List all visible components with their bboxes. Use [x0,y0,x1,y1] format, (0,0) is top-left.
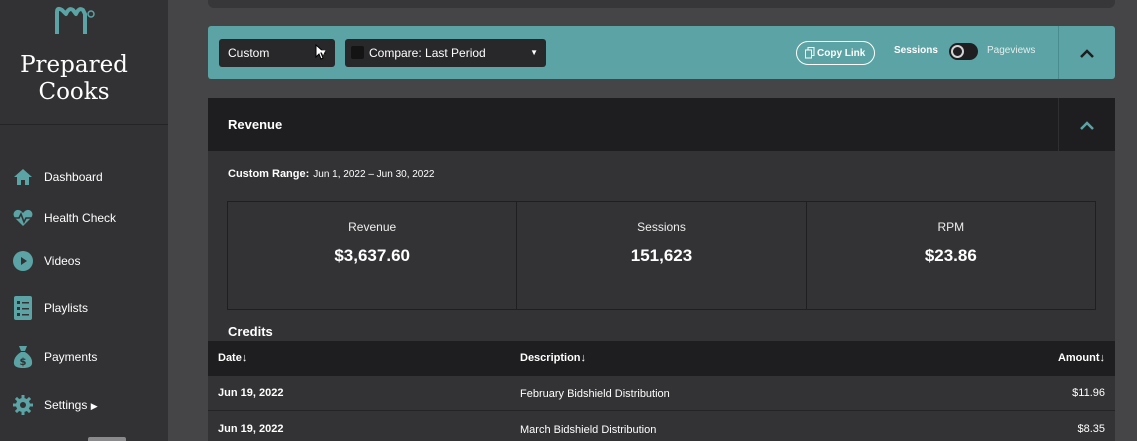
caret-right-icon: ▶ [90,401,98,411]
chevron-up-icon [1080,120,1094,130]
toggle-label-pageviews: Pageviews [987,45,1036,56]
sidebar-item-label: Playlists [44,301,89,315]
sidebar-item-label: Dashboard [44,170,103,184]
chevron-up-icon [1080,48,1094,58]
panel-title: Revenue [228,117,283,132]
table-row[interactable]: Jun 19, 2022 March Bidshield Distributio… [208,412,1115,441]
credits-title: Credits [228,324,273,339]
sort-arrow-icon: ↓ [580,352,587,364]
sidebar-item-videos[interactable]: Videos [0,241,168,281]
stat-value: $3,637.60 [334,246,410,265]
cell-description: February Bidshield Distribution [520,388,670,400]
toggle-label-sessions: Sessions [894,45,938,56]
column-header-amount[interactable]: Amount↓ [1058,352,1105,364]
stat-revenue: Revenue $3,637.60 [228,202,518,309]
stat-value: 151,623 [630,246,693,265]
copy-link-button[interactable]: Copy Link [796,41,875,65]
logo[interactable]: Prepared Cooks [0,0,168,125]
stat-sessions: Sessions 151,623 [517,202,807,309]
scroll-handle[interactable] [88,437,126,441]
toggle-knob [951,45,964,58]
brand-line-1: Prepared [20,52,128,78]
logo-icon [55,6,95,34]
stat-label: Sessions [637,220,686,234]
stat-rpm: RPM $23.86 [807,202,1095,309]
top-panel-edge [208,0,1115,8]
column-label: Amount [1057,352,1100,364]
list-icon [12,296,34,320]
sidebar-item-health-check[interactable]: Health Check [0,198,168,238]
credits-table-header: Date↓ Description↓ Amount↓ [208,341,1115,376]
chevron-down-icon: ▼ [530,48,538,57]
brand-name: Prepared Cooks [0,52,148,106]
cell-amount: $8.35 [1077,423,1105,435]
svg-text:$: $ [20,357,27,368]
stats-grid: Revenue $3,637.60 Sessions 151,623 RPM $… [227,201,1096,310]
date-range-value: Custom [228,46,270,60]
settings-label-text: Settings [44,398,88,412]
gear-icon [12,394,34,416]
range-value: Jun 1, 2022 – Jun 30, 2022 [313,169,435,180]
sidebar-item-label: Videos [44,254,81,268]
column-header-date[interactable]: Date↓ [218,352,247,364]
column-label: Description [520,352,581,364]
sidebar-item-playlists[interactable]: Playlists [0,288,168,328]
column-header-description[interactable]: Description↓ [520,352,586,364]
cell-date: Jun 19, 2022 [218,387,284,399]
copy-icon [805,47,815,59]
heartbeat-icon [12,207,34,229]
stat-label: Revenue [348,220,397,234]
money-bag-icon: $ [12,346,34,368]
compare-color-swatch [351,46,364,59]
play-icon [12,250,34,272]
sort-arrow-icon: ↓ [241,352,248,364]
sidebar-item-payments[interactable]: $ Payments [0,337,168,377]
home-icon [12,166,34,188]
revenue-panel: Revenue Custom Range: Jun 1, 2022 – Jun 3… [208,98,1115,441]
sidebar-item-label: Payments [44,350,98,364]
cell-description: March Bidshield Distribution [520,424,657,436]
table-row[interactable]: Jun 19, 2022 February Bidshield Distribu… [208,376,1115,411]
sidebar: Prepared Cooks Dashboard Health Check Vi… [0,0,168,441]
stat-value: $23.86 [924,246,977,265]
sessions-pageviews-toggle[interactable] [949,43,978,60]
cell-date: Jun 19, 2022 [218,423,284,435]
collapse-revenue-button[interactable] [1059,98,1115,151]
cell-amount: $11.96 [1072,387,1105,399]
column-label: Date [218,352,242,364]
brand-line-2: Cooks [38,79,110,105]
compare-select[interactable]: Compare: Last Period ▼ [345,39,546,67]
stat-label: RPM [937,220,965,234]
sidebar-item-settings[interactable]: Settings ▶ [0,385,168,425]
chevron-down-icon: ▼ [319,48,327,57]
sort-arrow-icon: ↓ [1099,352,1106,364]
date-range-summary: Custom Range: Jun 1, 2022 – Jun 30, 2022 [228,168,435,180]
revenue-panel-header: Revenue [208,98,1115,151]
sidebar-item-dashboard[interactable]: Dashboard [0,157,168,197]
copy-link-label: Copy Link [817,47,866,59]
range-label: Custom Range: [228,168,310,180]
filter-bar: Custom ▼ Compare: Last Period ▼ Copy Lin… [208,26,1115,79]
compare-value: Compare: Last Period [369,46,486,60]
date-range-select[interactable]: Custom ▼ [219,39,335,67]
sidebar-item-label: Health Check [44,211,117,225]
collapse-filters-button[interactable] [1059,26,1115,79]
sidebar-item-label: Settings ▶ [44,398,98,412]
